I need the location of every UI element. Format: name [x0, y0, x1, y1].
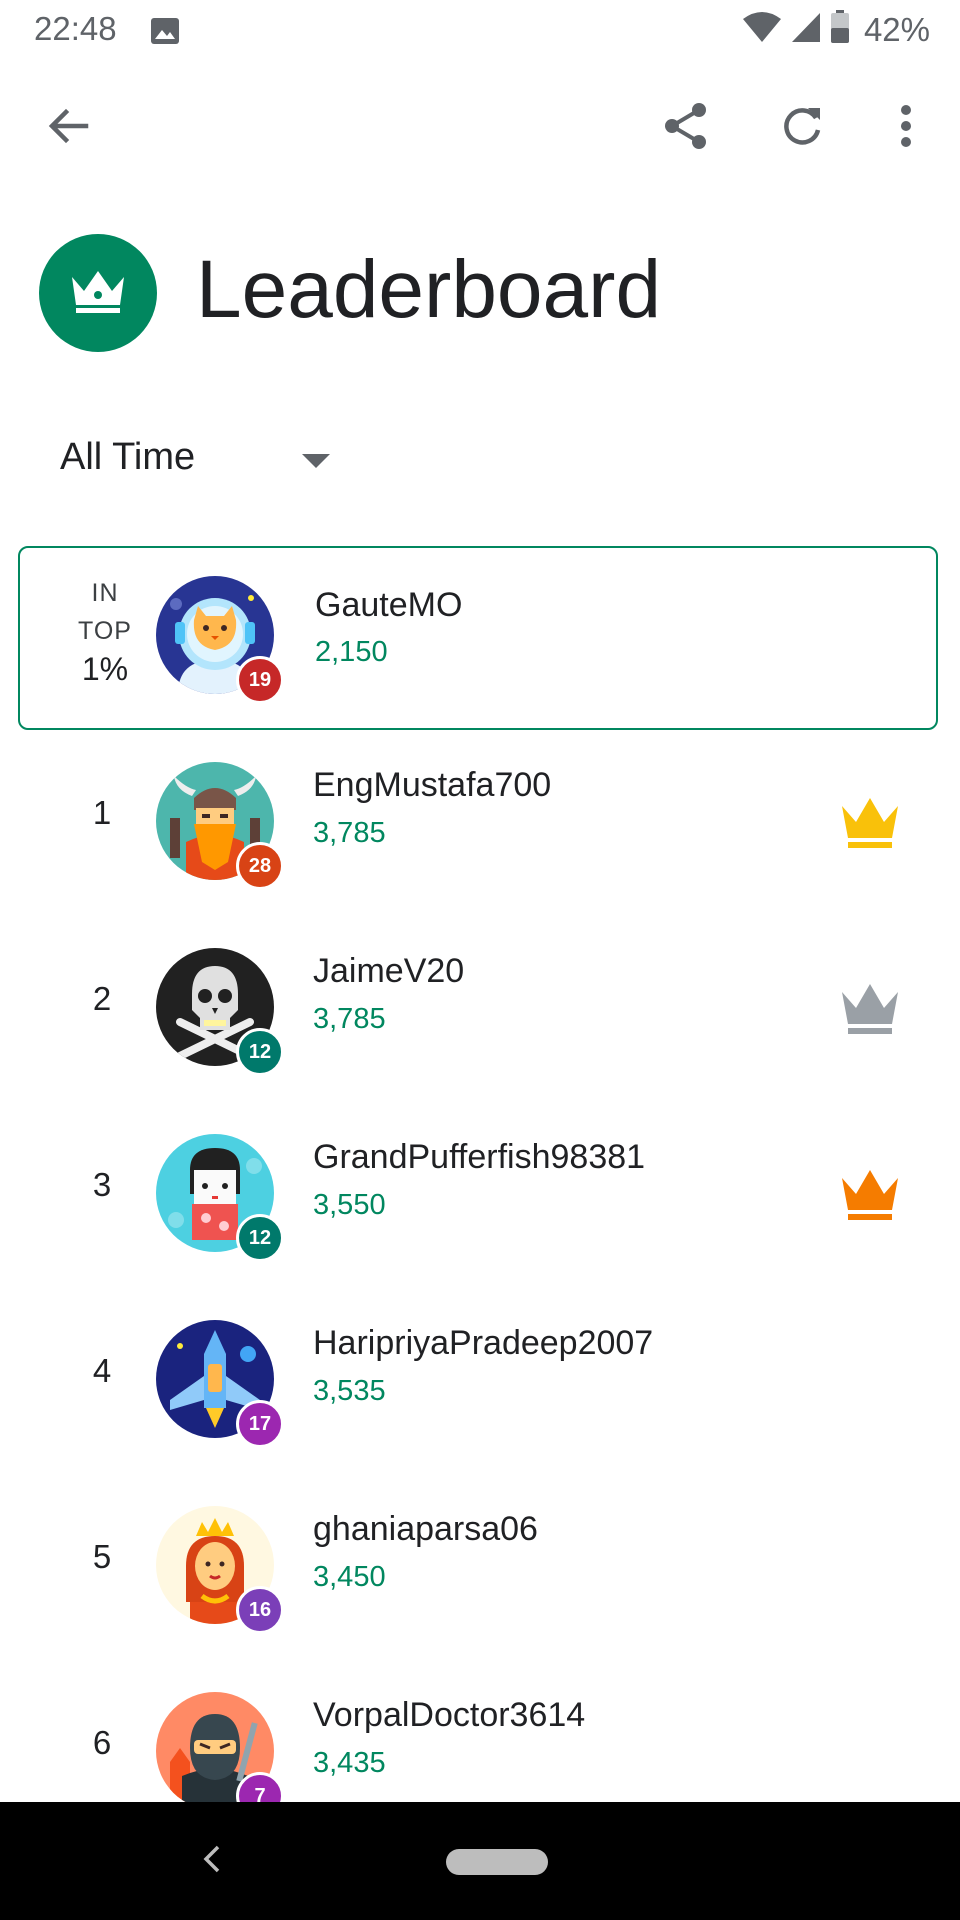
player-avatar: 12 — [156, 1134, 284, 1262]
leaderboard-row[interactable]: 2 12 JaimeV20 3,785 — [0, 916, 960, 1102]
current-user-rank-card[interactable]: IN TOP 1% 19 GauteMO 2,150 — [18, 546, 938, 730]
level-badge: 16 — [236, 1586, 284, 1634]
rank-number: 1 — [92, 794, 112, 831]
cell-signal-icon — [790, 11, 822, 48]
level-badge: 12 — [236, 1214, 284, 1262]
status-bar: 22:48 42% — [0, 0, 960, 60]
player-avatar: 7 — [156, 1692, 284, 1820]
rank-number: 6 — [92, 1724, 112, 1761]
system-navigation-bar — [0, 1802, 960, 1920]
player-score: 3,785 — [313, 1003, 386, 1035]
player-score: 3,785 — [313, 817, 386, 849]
leaderboard-row[interactable]: 1 28 EngMustafa700 3,785 — [0, 730, 960, 916]
level-badge: 19 — [236, 656, 284, 704]
page-title: Leaderboard — [196, 244, 662, 335]
chevron-left-icon — [202, 1844, 222, 1879]
crown-icon — [68, 267, 128, 320]
leaderboard-header-icon — [39, 234, 157, 352]
level-badge: 12 — [236, 1028, 284, 1076]
toolbar — [0, 80, 960, 176]
status-time: 22:48 — [34, 10, 117, 47]
rank-number: 2 — [92, 980, 112, 1017]
more-vert-icon — [900, 104, 912, 153]
player-avatar: 19 — [156, 576, 284, 704]
player-score: 2,150 — [315, 636, 388, 668]
level-badge: 28 — [236, 842, 284, 890]
player-name: JaimeV20 — [313, 952, 465, 990]
level-badge: 17 — [236, 1400, 284, 1448]
wifi-icon — [742, 11, 782, 48]
silver-crown-icon — [838, 980, 902, 1036]
battery-percent: 42% — [863, 10, 930, 48]
player-name: GrandPufferfish98381 — [313, 1138, 646, 1176]
nav-back-button[interactable] — [192, 1838, 232, 1884]
player-name: EngMustafa700 — [313, 766, 552, 804]
share-icon — [661, 101, 711, 156]
share-button[interactable] — [650, 92, 722, 164]
rank-number: 4 — [92, 1352, 112, 1389]
player-name: VorpalDoctor3614 — [313, 1696, 586, 1734]
rank-number: 3 — [92, 1166, 112, 1203]
bronze-crown-icon — [838, 1166, 902, 1222]
more-options-button[interactable] — [870, 92, 942, 164]
leaderboard-row[interactable]: 3 12 GrandPufferfish98381 3,550 — [0, 1102, 960, 1288]
player-name: HaripriyaPradeep2007 — [313, 1324, 654, 1362]
leaderboard-row[interactable]: 5 16 ghaniaparsa06 3,450 — [0, 1474, 960, 1660]
arrow-back-icon — [46, 104, 90, 153]
player-avatar: 16 — [156, 1506, 284, 1634]
player-avatar: 12 — [156, 948, 284, 1076]
player-name: ghaniaparsa06 — [313, 1510, 538, 1548]
player-score: 3,450 — [313, 1561, 386, 1593]
rank-number: 5 — [92, 1538, 112, 1575]
back-button[interactable] — [32, 92, 104, 164]
nav-home-pill[interactable] — [446, 1849, 548, 1875]
time-filter-dropdown[interactable]: All Time — [40, 420, 340, 500]
status-indicators: 42% — [742, 10, 930, 49]
battery-icon — [830, 10, 850, 49]
gold-crown-icon — [838, 794, 902, 850]
player-score: 3,435 — [313, 1747, 386, 1779]
player-score: 3,550 — [313, 1189, 386, 1221]
player-name: GauteMO — [315, 586, 463, 624]
player-avatar: 17 — [156, 1320, 284, 1448]
time-filter-label: All Time — [60, 436, 196, 478]
player-score: 3,535 — [313, 1375, 386, 1407]
player-avatar: 28 — [156, 762, 284, 890]
dropdown-arrow-icon — [302, 454, 330, 468]
leaderboard-row[interactable]: 4 17 HaripriyaPradeep2007 3,535 — [0, 1288, 960, 1474]
image-notification-icon — [150, 16, 180, 46]
refresh-button[interactable] — [766, 92, 838, 164]
refresh-icon — [780, 104, 824, 153]
